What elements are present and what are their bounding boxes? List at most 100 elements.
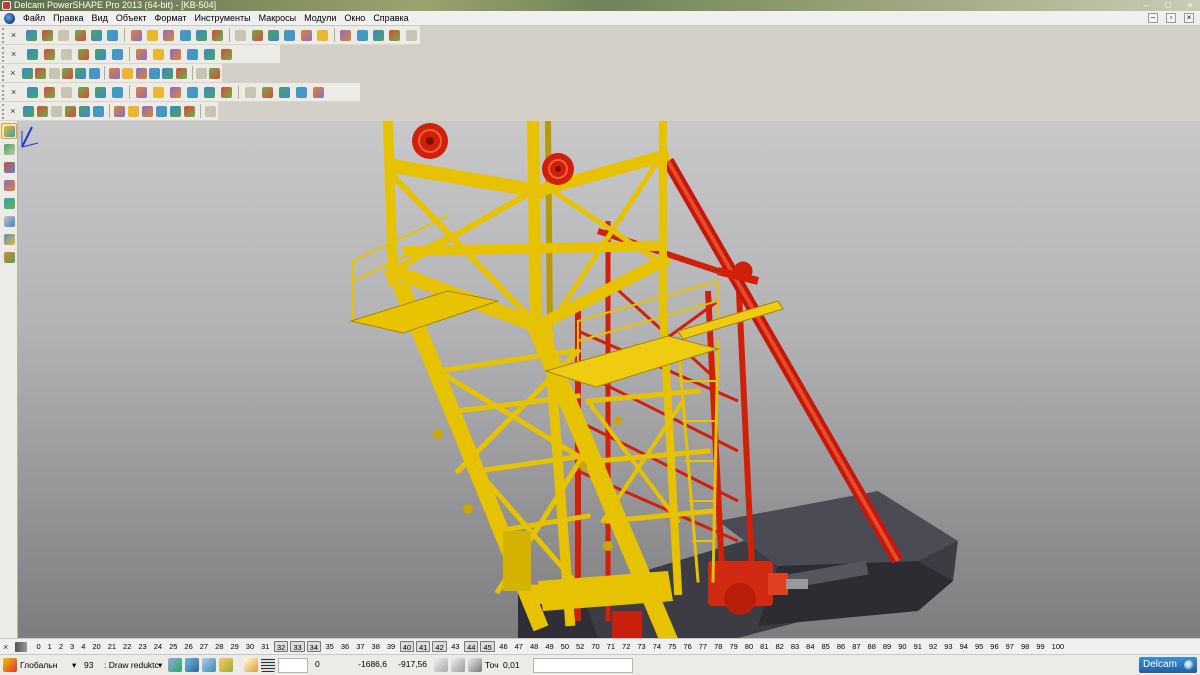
toolbar-grip[interactable] — [2, 103, 7, 119]
toolbar-close-button[interactable]: × — [11, 49, 20, 60]
menu-tools[interactable]: Инструменты — [190, 13, 254, 23]
hammer-icon[interactable] — [468, 658, 482, 672]
menu-modules[interactable]: Модули — [300, 13, 340, 23]
workplane-icon[interactable] — [3, 658, 17, 672]
grid-button[interactable] — [24, 46, 40, 62]
solid-12-button[interactable] — [183, 103, 196, 119]
doc-restore-button[interactable]: ▫ — [1166, 13, 1176, 23]
level-87[interactable]: 87 — [849, 641, 864, 652]
print-button[interactable] — [89, 27, 104, 43]
zoom-box-button[interactable] — [122, 65, 134, 81]
select-surface-icon[interactable] — [219, 658, 233, 672]
level-50[interactable]: 50 — [557, 641, 572, 652]
pointer-button[interactable] — [1, 123, 17, 139]
hand-button[interactable] — [209, 65, 221, 81]
surface-17-button[interactable] — [310, 84, 326, 100]
menu-file[interactable]: Файл — [19, 13, 49, 23]
view-select-button[interactable] — [61, 65, 73, 81]
toolbar-close-button[interactable]: × — [10, 68, 17, 79]
toolbar-grip[interactable] — [2, 27, 8, 43]
arrow-right-button[interactable] — [282, 27, 297, 43]
level-70[interactable]: 70 — [588, 641, 603, 652]
level-73[interactable]: 73 — [634, 641, 649, 652]
view-iso-1-button[interactable] — [21, 65, 33, 81]
level-92[interactable]: 92 — [925, 641, 940, 652]
copy-button[interactable] — [128, 27, 143, 43]
solid-3-button[interactable] — [50, 103, 63, 119]
curve-button[interactable] — [315, 27, 330, 43]
surface-3-button[interactable] — [58, 84, 74, 100]
level-74[interactable]: 74 — [649, 641, 664, 652]
tool-button[interactable] — [404, 27, 419, 43]
open-folder-button[interactable] — [56, 27, 71, 43]
workplane-select[interactable]: Глобальн — [20, 660, 72, 670]
level-86[interactable]: 86 — [833, 641, 848, 652]
level-90[interactable]: 90 — [895, 641, 910, 652]
box-button[interactable] — [150, 46, 166, 62]
level-88[interactable]: 88 — [864, 641, 879, 652]
surface-5-button[interactable] — [92, 84, 108, 100]
level-22[interactable]: 22 — [120, 641, 135, 652]
level-84[interactable]: 84 — [803, 641, 818, 652]
red-ball-button[interactable] — [92, 46, 108, 62]
level-79[interactable]: 79 — [726, 641, 741, 652]
level-98[interactable]: 98 — [1017, 641, 1032, 652]
levelbar-close-button[interactable]: × — [3, 642, 15, 652]
level-20[interactable]: 20 — [89, 641, 104, 652]
command-input[interactable] — [533, 657, 633, 673]
surface-2-button[interactable] — [41, 84, 57, 100]
surface-8-button[interactable] — [150, 84, 166, 100]
level-32[interactable]: 32 — [273, 641, 289, 652]
level-43[interactable]: 43 — [448, 641, 463, 652]
new-button[interactable] — [23, 27, 38, 43]
level-41[interactable]: 41 — [416, 641, 431, 652]
menu-window[interactable]: Окно — [340, 13, 369, 23]
solid-7-button[interactable] — [113, 103, 126, 119]
solid-select-button[interactable] — [1, 159, 17, 175]
solid-10-button[interactable] — [155, 103, 168, 119]
toolbar-grip[interactable] — [2, 46, 8, 62]
level-77[interactable]: 77 — [695, 641, 710, 652]
material-button[interactable] — [175, 65, 187, 81]
shaded-button[interactable] — [162, 65, 174, 81]
level-33[interactable]: 33 — [290, 641, 305, 652]
level-72[interactable]: 72 — [619, 641, 634, 652]
disc-button[interactable] — [58, 46, 74, 62]
solid-5-button[interactable] — [78, 103, 91, 119]
level-21[interactable]: 21 — [104, 641, 119, 652]
sphere-button[interactable] — [1, 249, 17, 265]
toolbar-close-button[interactable]: × — [11, 30, 20, 41]
coordinate-field[interactable] — [278, 657, 308, 673]
hex-button[interactable] — [201, 46, 217, 62]
chevron-down-icon[interactable]: ▾ — [158, 660, 168, 671]
view-rotate-button[interactable] — [75, 65, 87, 81]
level-40[interactable]: 40 — [399, 641, 415, 652]
graphics-viewport[interactable] — [18, 121, 1200, 638]
level-0[interactable]: 0 — [33, 641, 44, 652]
select-solid-icon[interactable] — [202, 658, 216, 672]
view-iso-2-button[interactable] — [34, 65, 47, 81]
level-99[interactable]: 99 — [1033, 641, 1048, 652]
toolbar-grip[interactable] — [2, 84, 8, 100]
undo-button[interactable] — [194, 27, 209, 43]
surface-4-button[interactable] — [75, 84, 91, 100]
level-39[interactable]: 39 — [383, 641, 398, 652]
calculator-icon[interactable] — [434, 658, 448, 672]
level-49[interactable]: 49 — [542, 641, 557, 652]
cube-button[interactable] — [1, 177, 17, 193]
redo-button[interactable] — [210, 27, 225, 43]
level-44[interactable]: 44 — [464, 641, 479, 652]
selection-filter-icon[interactable] — [168, 658, 182, 672]
document-icon[interactable] — [4, 12, 15, 24]
level-93[interactable]: 93 — [941, 641, 956, 652]
level-26[interactable]: 26 — [181, 641, 196, 652]
fill-button[interactable] — [355, 27, 370, 43]
solid-2-button[interactable] — [36, 103, 49, 119]
solid-1-button[interactable] — [22, 103, 35, 119]
save-button[interactable] — [72, 27, 87, 43]
zoom-all-button[interactable] — [135, 65, 147, 81]
level-83[interactable]: 83 — [787, 641, 802, 652]
menu-help[interactable]: Справка — [369, 13, 412, 23]
close-button[interactable]: × — [1184, 0, 1196, 10]
arc-button[interactable] — [1, 231, 17, 247]
